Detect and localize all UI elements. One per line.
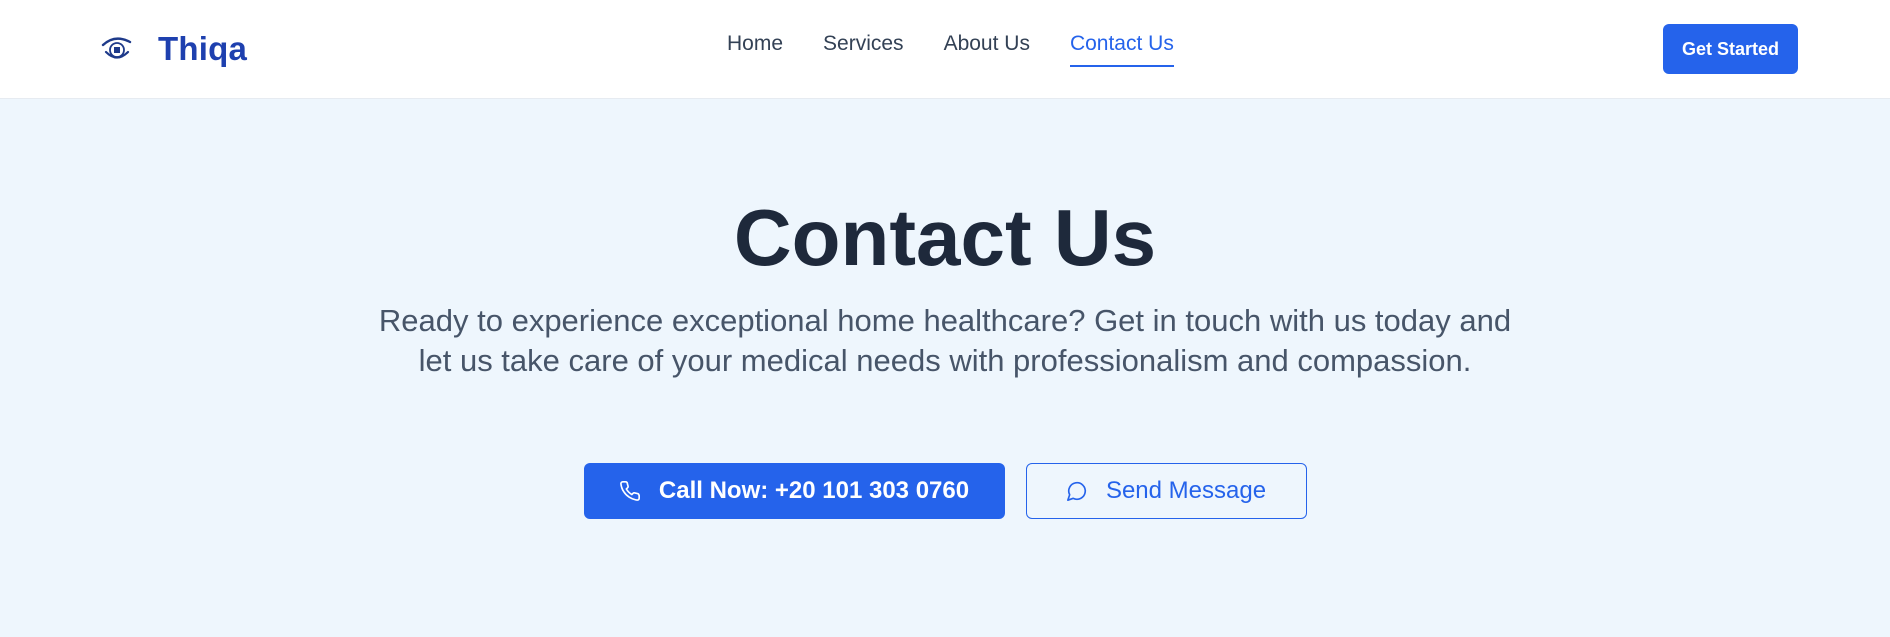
nav-home[interactable]: Home: [727, 30, 783, 67]
brand-name: Thiqa: [158, 30, 247, 67]
call-now-button[interactable]: Call Now: +20 101 303 0760: [583, 463, 1005, 519]
send-message-label: Send Message: [1105, 477, 1267, 504]
contact-hero: Contact Us Ready to experience exception…: [0, 100, 1890, 637]
nav-services[interactable]: Services: [823, 30, 904, 67]
nav-about-us[interactable]: About Us: [944, 30, 1030, 67]
send-message-button[interactable]: Send Message: [1025, 463, 1307, 519]
nav-contact-us[interactable]: Contact Us: [1069, 30, 1174, 67]
hero-actions: Call Now: +20 101 303 0760 Send Message: [0, 463, 1890, 519]
phone-icon: [619, 481, 640, 501]
main-nav: Home Services About Us Contact Us: [727, 30, 1174, 67]
brand[interactable]: Thiqa: [98, 27, 247, 71]
message-icon: [1066, 481, 1087, 501]
hero-description: Ready to experience exceptional home hea…: [378, 303, 1512, 378]
page-title: Contact Us: [733, 193, 1157, 282]
site-header: Thiqa Home Services About Us Contact Us …: [0, 0, 1890, 99]
call-now-label: Call Now: +20 101 303 0760: [658, 477, 970, 504]
get-started-button[interactable]: Get Started: [1663, 24, 1798, 74]
logo-icon: [101, 37, 132, 59]
